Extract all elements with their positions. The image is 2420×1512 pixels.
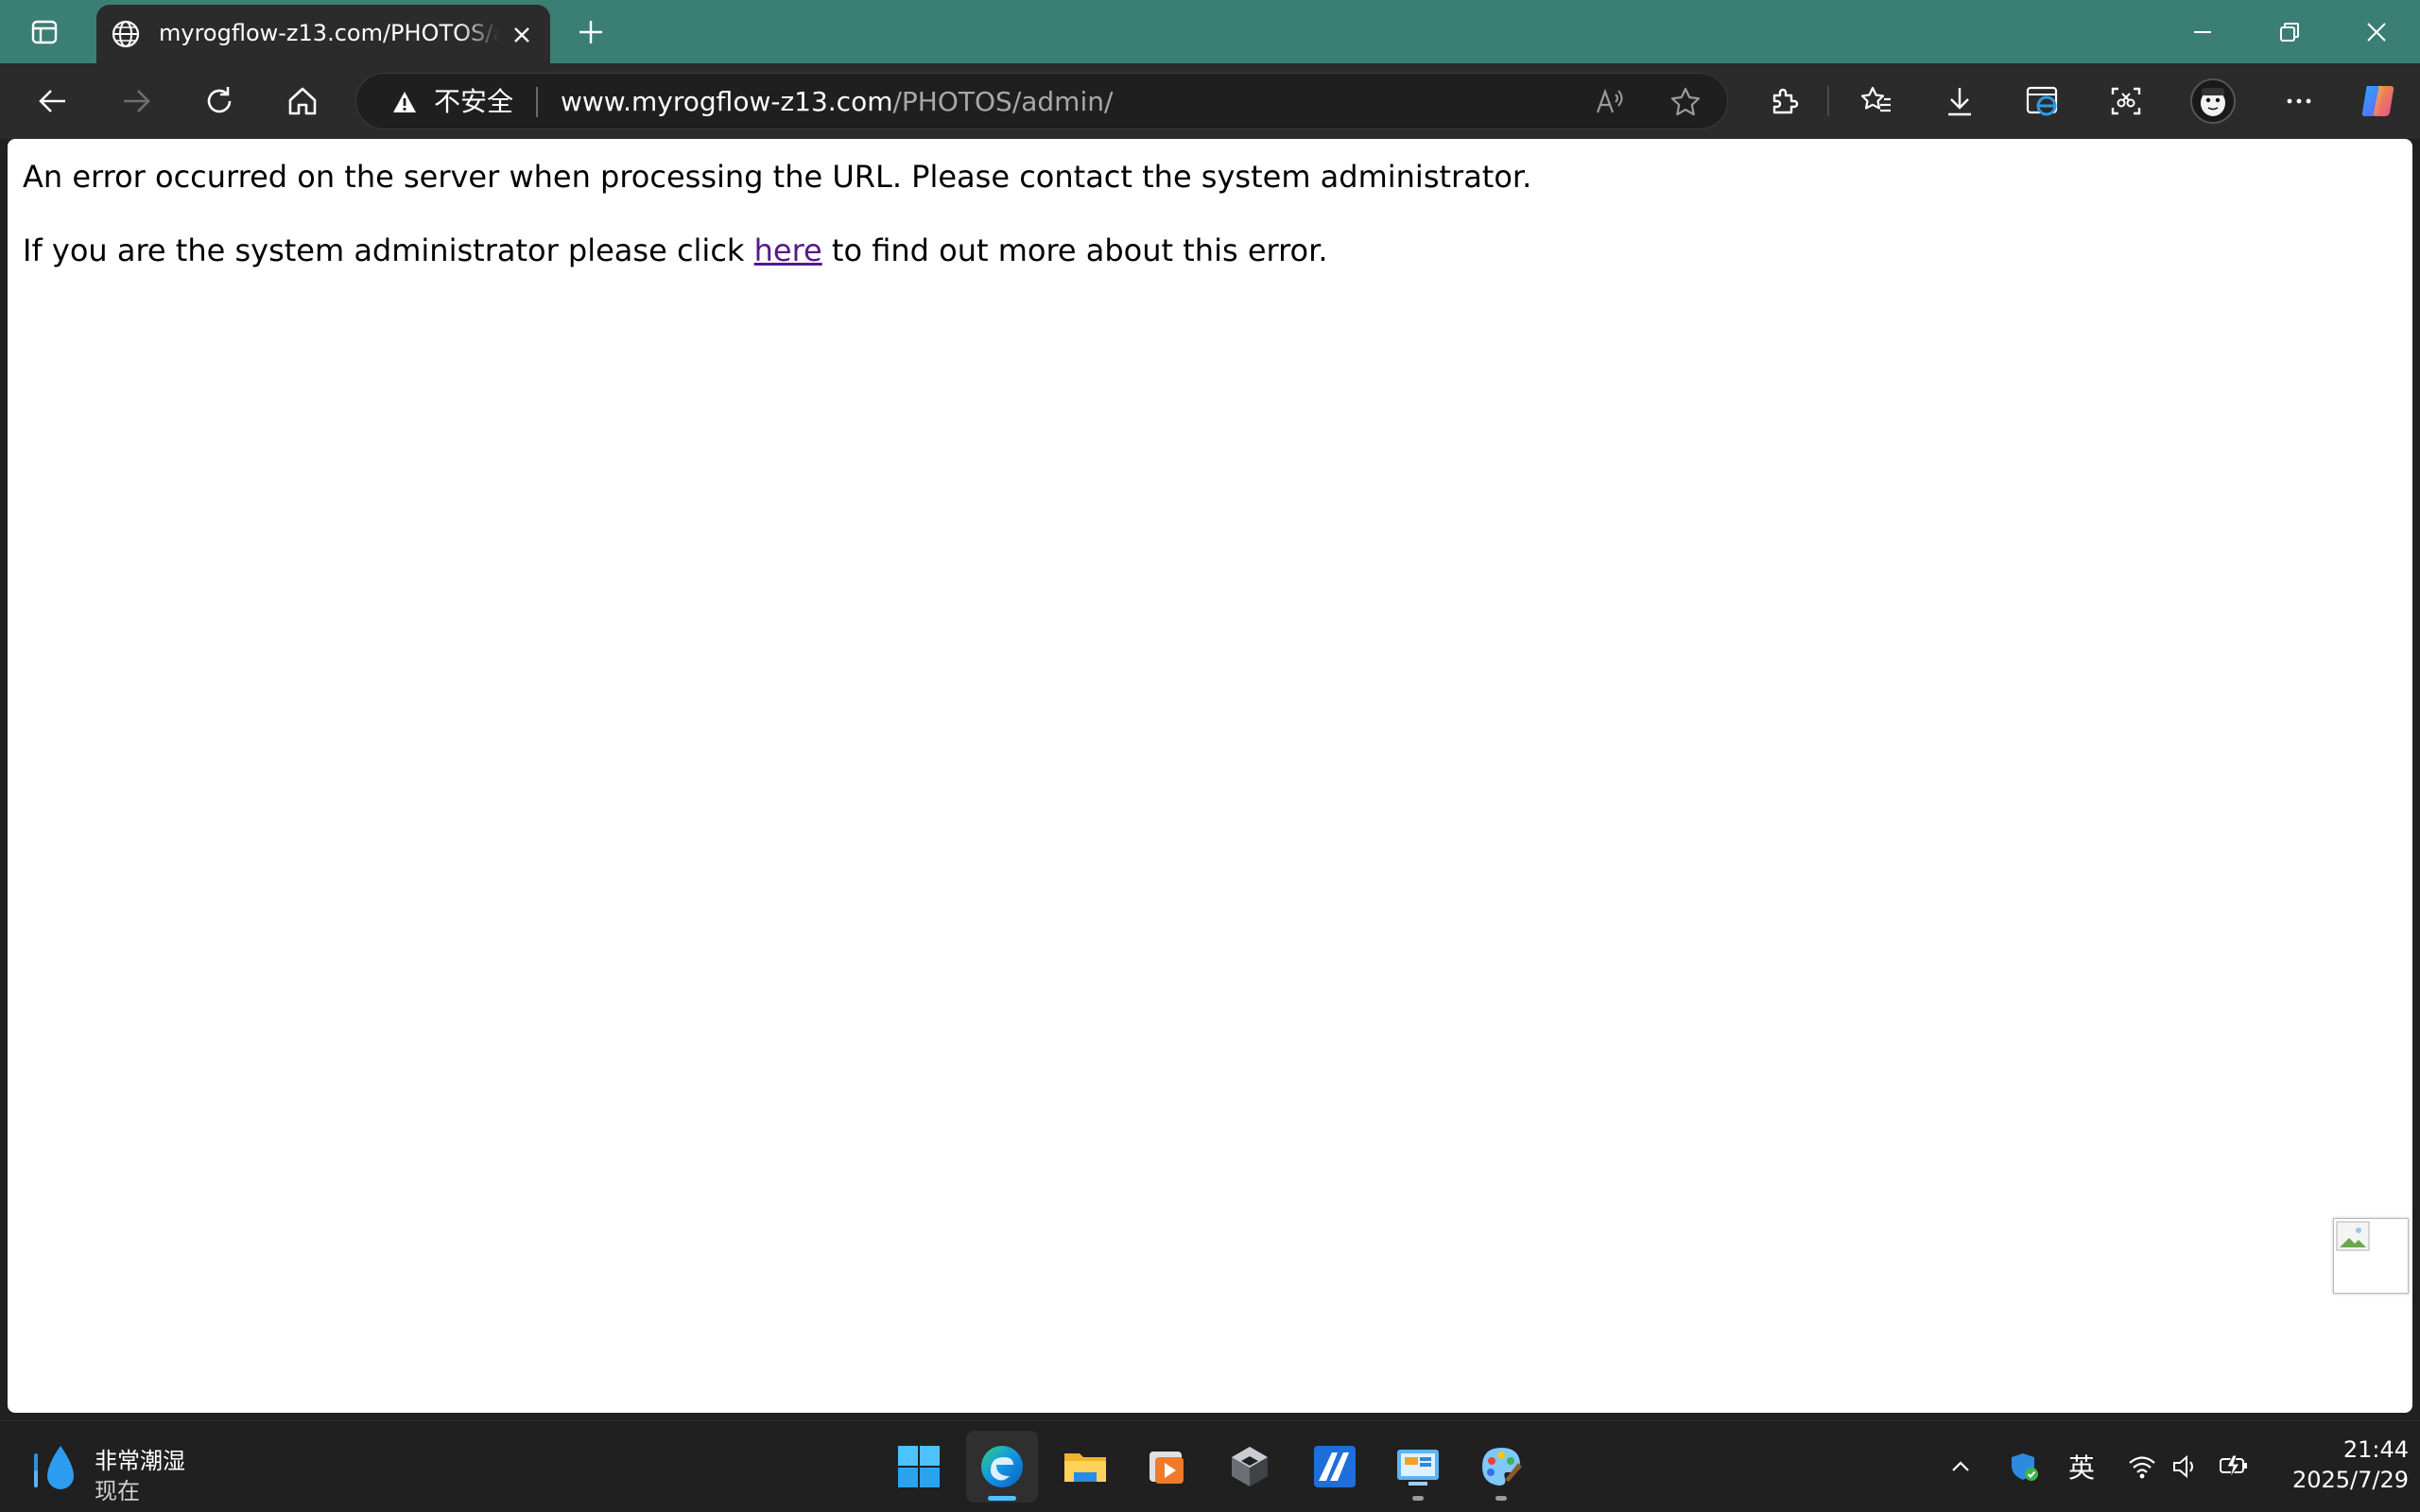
- address-separator: [536, 87, 538, 117]
- paint-running-indicator: [1495, 1496, 1507, 1501]
- new-tab-icon[interactable]: [567, 11, 614, 53]
- tab-title: myrogflow-z13.com/PHOTOS/admin/: [159, 20, 499, 46]
- input-method-indicator[interactable]: 英: [2063, 1448, 2100, 1486]
- weather-widget[interactable]: 非常潮湿 现在: [25, 1435, 214, 1504]
- admin-help-message: If you are the system administrator plea…: [23, 232, 1328, 269]
- security-shield-icon[interactable]: [2006, 1448, 2044, 1486]
- url-path: /PHOTOS/admin/: [892, 86, 1114, 117]
- control-panel-icon[interactable]: [1382, 1431, 1454, 1503]
- globe-icon: [108, 16, 144, 52]
- tab-strip: myrogflow-z13.com/PHOTOS/admin/: [0, 0, 2420, 63]
- minimize-icon[interactable]: [2159, 0, 2246, 63]
- tab-actions-icon[interactable]: [21, 13, 68, 51]
- battery-charging-icon[interactable]: [2216, 1448, 2254, 1486]
- start-icon[interactable]: [883, 1431, 955, 1503]
- 3d-app-icon[interactable]: [1214, 1431, 1286, 1503]
- warning-icon[interactable]: [390, 88, 419, 116]
- volume-icon[interactable]: [2167, 1448, 2204, 1486]
- more-options-icon[interactable]: [2273, 77, 2325, 126]
- url-text[interactable]: www.myrogflow-z13.com/PHOTOS/admin/: [561, 87, 1113, 117]
- page-content: An error occurred on the server when pro…: [8, 139, 2412, 1413]
- humidity-icon: [25, 1444, 85, 1495]
- weather-condition: 非常潮湿: [95, 1448, 185, 1474]
- paint-icon[interactable]: [1465, 1431, 1537, 1503]
- address-bar[interactable]: 不安全 www.myrogflow-z13.com/PHOTOS/admin/: [355, 73, 1728, 129]
- error-message: An error occurred on the server when pro…: [23, 159, 1532, 195]
- ie-mode-icon[interactable]: [2016, 77, 2069, 126]
- home-icon[interactable]: [276, 77, 329, 126]
- toolbar-separator: [1827, 86, 1829, 116]
- media-player-icon[interactable]: [1131, 1431, 1202, 1503]
- edge-active-indicator: [988, 1496, 1016, 1501]
- system-clock[interactable]: 21:44 2025/7/29: [2269, 1435, 2409, 1501]
- url-host: www.myrogflow-z13.com: [561, 86, 893, 117]
- clock-time: 21:44: [2342, 1436, 2409, 1463]
- extensions-icon[interactable]: [1757, 77, 1810, 126]
- active-tab[interactable]: myrogflow-z13.com/PHOTOS/admin/: [96, 5, 550, 63]
- security-label[interactable]: 不安全: [434, 87, 513, 117]
- control-panel-running-indicator: [1412, 1496, 1424, 1501]
- read-aloud-icon[interactable]: [1591, 83, 1629, 121]
- screenshot-icon[interactable]: [2100, 77, 2152, 126]
- admin-help-suffix: to find out more about this error.: [821, 232, 1328, 268]
- taskbar: 非常潮湿 现在 英 21:44 2025/7/29: [0, 1420, 2420, 1512]
- clock-date: 2025/7/29: [2291, 1467, 2409, 1493]
- edge-icon[interactable]: [966, 1431, 1038, 1503]
- back-icon[interactable]: [26, 77, 79, 126]
- weather-time: 现在: [95, 1478, 140, 1504]
- close-window-icon[interactable]: [2333, 0, 2420, 63]
- error-details-link[interactable]: here: [754, 232, 822, 268]
- browser-toolbar: 不安全 www.myrogflow-z13.com/PHOTOS/admin/: [0, 63, 2420, 139]
- file-explorer-icon[interactable]: [1049, 1431, 1121, 1503]
- copilot-icon[interactable]: [2352, 77, 2405, 126]
- profile-avatar-icon[interactable]: [2190, 78, 2236, 124]
- restore-icon[interactable]: [2246, 0, 2333, 63]
- refresh-icon[interactable]: [193, 77, 246, 126]
- autodesk-icon[interactable]: [1299, 1431, 1371, 1503]
- forward-icon[interactable]: [110, 77, 163, 126]
- broken-image-icon[interactable]: [2333, 1218, 2409, 1294]
- show-hidden-icons-chevron-icon[interactable]: [1942, 1448, 1979, 1486]
- close-tab-icon[interactable]: [503, 16, 541, 54]
- admin-help-prefix: If you are the system administrator plea…: [23, 232, 754, 268]
- downloads-icon[interactable]: [1933, 77, 1986, 126]
- favorites-icon[interactable]: [1850, 77, 1903, 126]
- wifi-icon[interactable]: [2123, 1448, 2161, 1486]
- favorite-star-icon[interactable]: [1667, 83, 1704, 121]
